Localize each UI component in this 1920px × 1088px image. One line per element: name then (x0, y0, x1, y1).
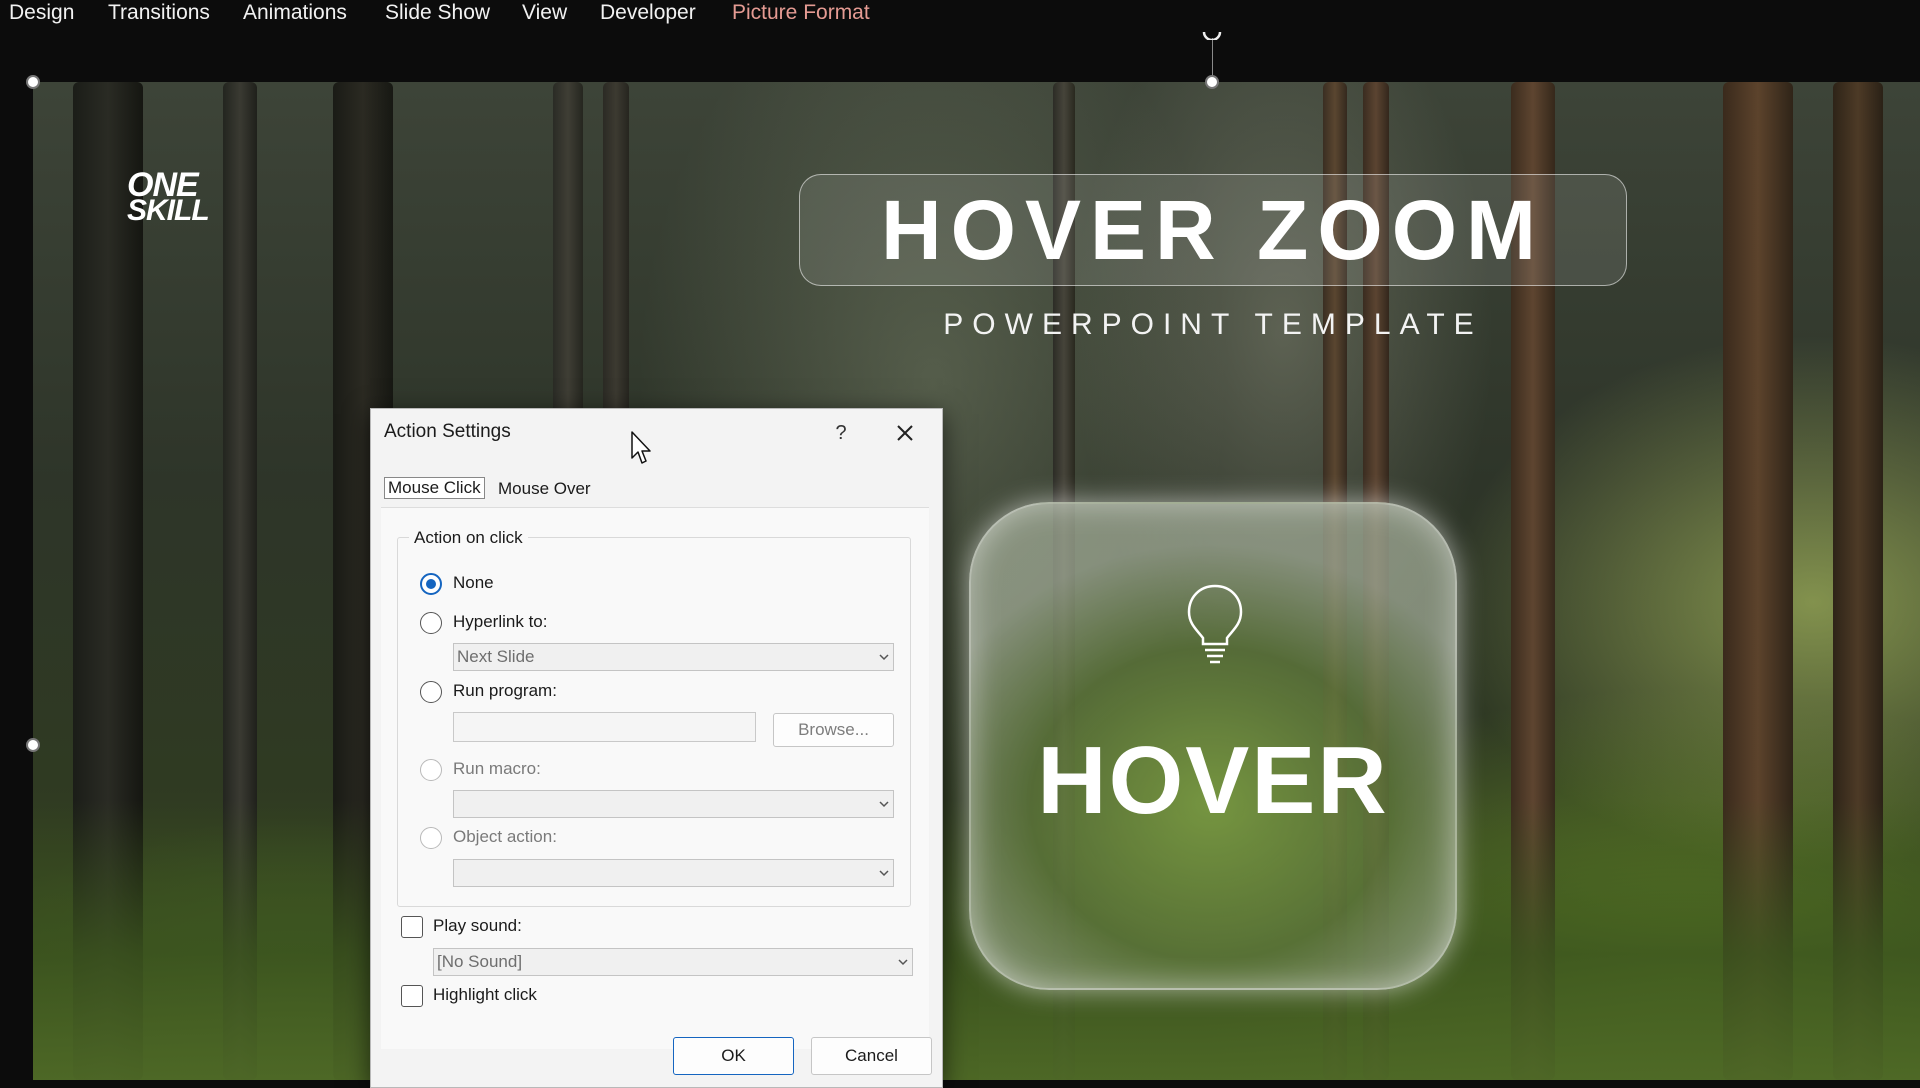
browse-button[interactable]: Browse... (773, 713, 894, 747)
slide-subtitle: POWERPOINT TEMPLATE (943, 308, 1483, 341)
tab-transitions[interactable]: Transitions (108, 0, 210, 28)
help-button[interactable]: ? (821, 415, 861, 451)
rotation-handle-icon[interactable] (1200, 24, 1224, 42)
cancel-button[interactable]: Cancel (811, 1037, 932, 1075)
label-hyperlink: Hyperlink to: (453, 612, 548, 631)
radio-run-program[interactable] (420, 681, 442, 703)
highlight-click-checkbox[interactable] (401, 985, 423, 1007)
label-object-action: Object action: (453, 827, 557, 846)
label-run-macro: Run macro: (453, 759, 541, 778)
radio-none[interactable] (420, 573, 442, 595)
close-button[interactable] (885, 415, 925, 451)
tab-mouse-over[interactable]: Mouse Over (495, 479, 594, 501)
tab-slide-show[interactable]: Slide Show (385, 0, 490, 28)
mouse-cursor-icon (631, 431, 651, 464)
title-frame[interactable]: HOVER ZOOM (799, 174, 1627, 286)
tab-mouse-click[interactable]: Mouse Click (384, 477, 485, 499)
run-macro-select[interactable] (453, 790, 894, 818)
slide-title: HOVER ZOOM (880, 183, 1545, 277)
hyperlink-select[interactable]: Next Slide (453, 643, 894, 671)
chevron-down-icon (879, 801, 889, 808)
resize-handle-top-center[interactable] (1205, 75, 1219, 89)
tab-developer[interactable]: Developer (600, 0, 696, 28)
run-program-input[interactable] (453, 712, 756, 742)
radio-run-macro[interactable] (420, 759, 442, 781)
hover-card[interactable]: HOVER (969, 502, 1457, 990)
sound-select[interactable]: [No Sound] (433, 948, 913, 976)
label-none: None (453, 573, 494, 592)
tab-animations[interactable]: Animations (243, 0, 347, 28)
hyperlink-value: Next Slide (457, 647, 535, 666)
close-icon (897, 425, 913, 441)
chevron-down-icon (879, 654, 889, 661)
object-action-select[interactable] (453, 859, 894, 887)
chevron-down-icon (898, 959, 908, 966)
play-sound-checkbox[interactable] (401, 916, 423, 938)
label-highlight-click: Highlight click (433, 985, 537, 1004)
tab-picture-format[interactable]: Picture Format (732, 0, 870, 28)
ok-button[interactable]: OK (673, 1037, 794, 1075)
radio-object-action[interactable] (420, 827, 442, 849)
lightbulb-icon (1187, 584, 1243, 664)
dialog-title: Action Settings (384, 421, 511, 442)
group-label: Action on click (409, 528, 528, 548)
resize-handle-middle-left[interactable] (26, 738, 40, 752)
label-play-sound: Play sound: (433, 916, 522, 935)
tab-view[interactable]: View (522, 0, 567, 28)
card-title: HOVER (1037, 727, 1389, 834)
chevron-down-icon (879, 870, 889, 877)
ribbon-tab-bar: Design Transitions Animations Slide Show… (0, 0, 1920, 40)
radio-hyperlink[interactable] (420, 612, 442, 634)
resize-handle-top-left[interactable] (26, 75, 40, 89)
label-run-program: Run program: (453, 681, 557, 700)
oneskill-logo: ONE SKILL (127, 166, 210, 227)
tab-design[interactable]: Design (9, 0, 74, 28)
action-settings-dialog: Action Settings ? Mouse Click Mouse Over… (370, 408, 943, 1088)
sound-value: [No Sound] (437, 952, 523, 971)
slide-canvas[interactable]: ONE SKILL HOVER ZOOM POWERPOINT TEMPLATE… (33, 82, 1920, 1080)
